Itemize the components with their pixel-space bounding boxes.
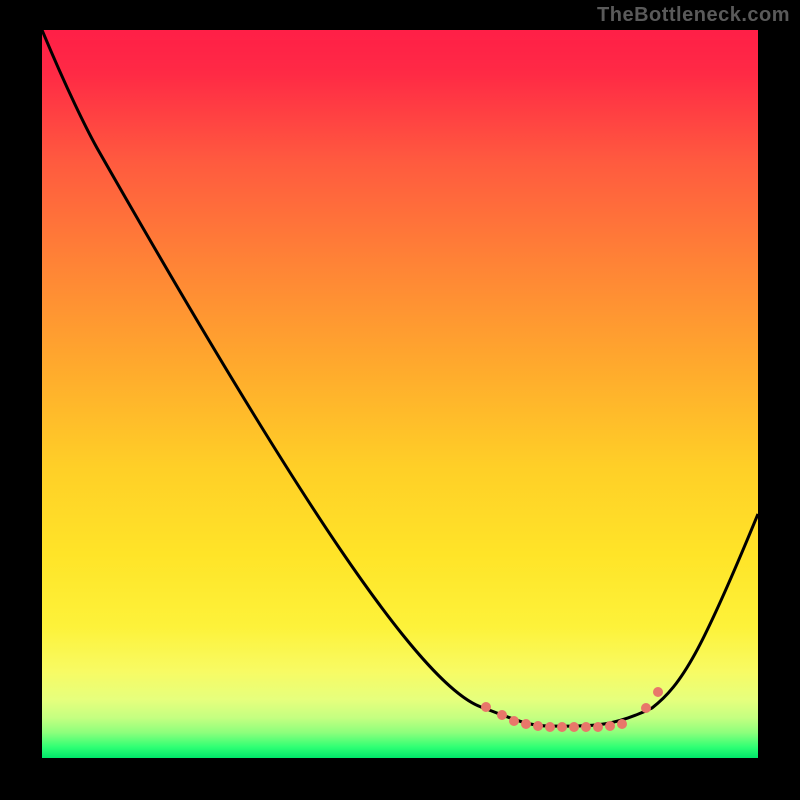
curve-marker <box>545 722 555 732</box>
curve-marker <box>557 722 567 732</box>
curve-marker <box>521 719 531 729</box>
curve-marker <box>533 721 543 731</box>
curve-marker <box>605 721 615 731</box>
curve-marker <box>641 703 651 713</box>
curve-marker <box>569 722 579 732</box>
curve-marker <box>509 716 519 726</box>
curve-marker <box>581 722 591 732</box>
curve-marker <box>593 722 603 732</box>
curve-marker <box>497 710 507 720</box>
curve-marker <box>481 702 491 712</box>
plot-svg <box>42 30 758 758</box>
plot-area <box>42 30 758 758</box>
gradient-background <box>42 30 758 758</box>
curve-marker <box>653 687 663 697</box>
watermark-text: TheBottleneck.com <box>597 4 790 27</box>
curve-marker <box>617 719 627 729</box>
chart-frame: TheBottleneck.com <box>0 0 800 800</box>
